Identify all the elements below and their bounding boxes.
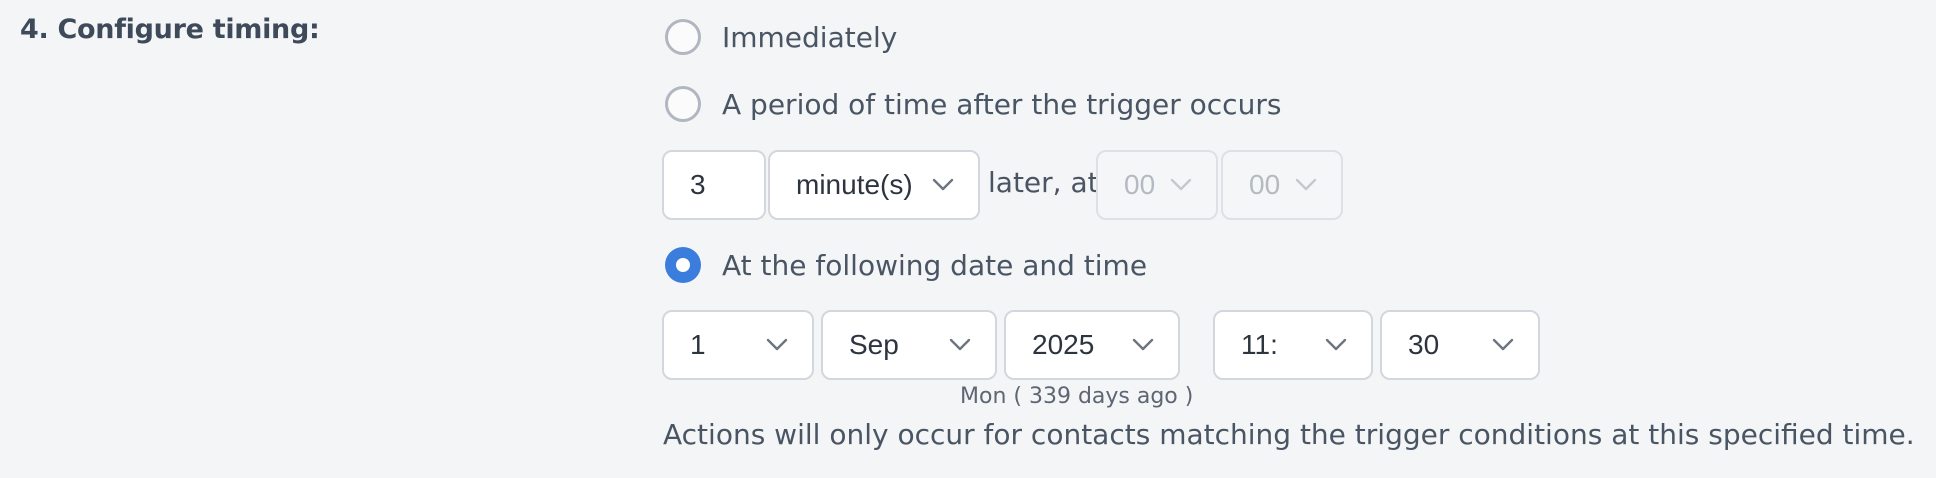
period-minute-value: 00 (1249, 169, 1281, 200)
period-hour-select[interactable]: 00 (1096, 150, 1218, 220)
chevron-down-icon (1492, 338, 1514, 351)
radio-immediately[interactable] (665, 19, 701, 55)
weekday-relative-note: Mon ( 339 days ago ) (960, 384, 1194, 409)
chevron-down-icon (1325, 338, 1347, 351)
date-day-select[interactable]: 1 (662, 310, 814, 380)
chevron-down-icon (766, 338, 788, 351)
chevron-down-icon (932, 178, 954, 191)
chevron-down-icon (1170, 178, 1192, 191)
date-day-value: 1 (690, 329, 706, 360)
option-specific-date-time[interactable]: At the following date and time (665, 243, 1147, 287)
date-year-select[interactable]: 2025 (1004, 310, 1180, 380)
period-minute-select[interactable]: 00 (1221, 150, 1343, 220)
radio-period-after-trigger[interactable] (665, 86, 701, 122)
period-unit-select[interactable]: minute(s) (768, 150, 980, 220)
period-unit-value: minute(s) (796, 169, 913, 200)
date-month-select[interactable]: Sep (821, 310, 997, 380)
option-date-time-label: At the following date and time (722, 248, 1148, 282)
radio-specific-date-time[interactable] (665, 247, 701, 283)
time-hour-value: 11: (1241, 329, 1278, 360)
option-period-label: A period of time after the trigger occur… (722, 87, 1282, 121)
period-hour-value: 00 (1124, 169, 1156, 200)
option-immediately[interactable]: Immediately (665, 15, 897, 59)
date-month-value: Sep (849, 329, 899, 360)
timing-footnote: Actions will only occur for contacts mat… (663, 418, 1915, 451)
chevron-down-icon (949, 338, 971, 351)
section-title: 4. Configure timing: (20, 14, 320, 45)
period-amount-input[interactable]: 3 (662, 150, 766, 220)
option-immediately-label: Immediately (722, 20, 898, 54)
chevron-down-icon (1295, 178, 1317, 191)
chevron-down-icon (1132, 338, 1154, 351)
date-year-value: 2025 (1032, 329, 1095, 360)
time-hour-select[interactable]: 11: (1213, 310, 1373, 380)
time-minute-value: 30 (1408, 329, 1440, 360)
later-at-label: later, at (988, 166, 1099, 199)
option-period-after-trigger[interactable]: A period of time after the trigger occur… (665, 82, 1281, 126)
time-minute-select[interactable]: 30 (1380, 310, 1540, 380)
